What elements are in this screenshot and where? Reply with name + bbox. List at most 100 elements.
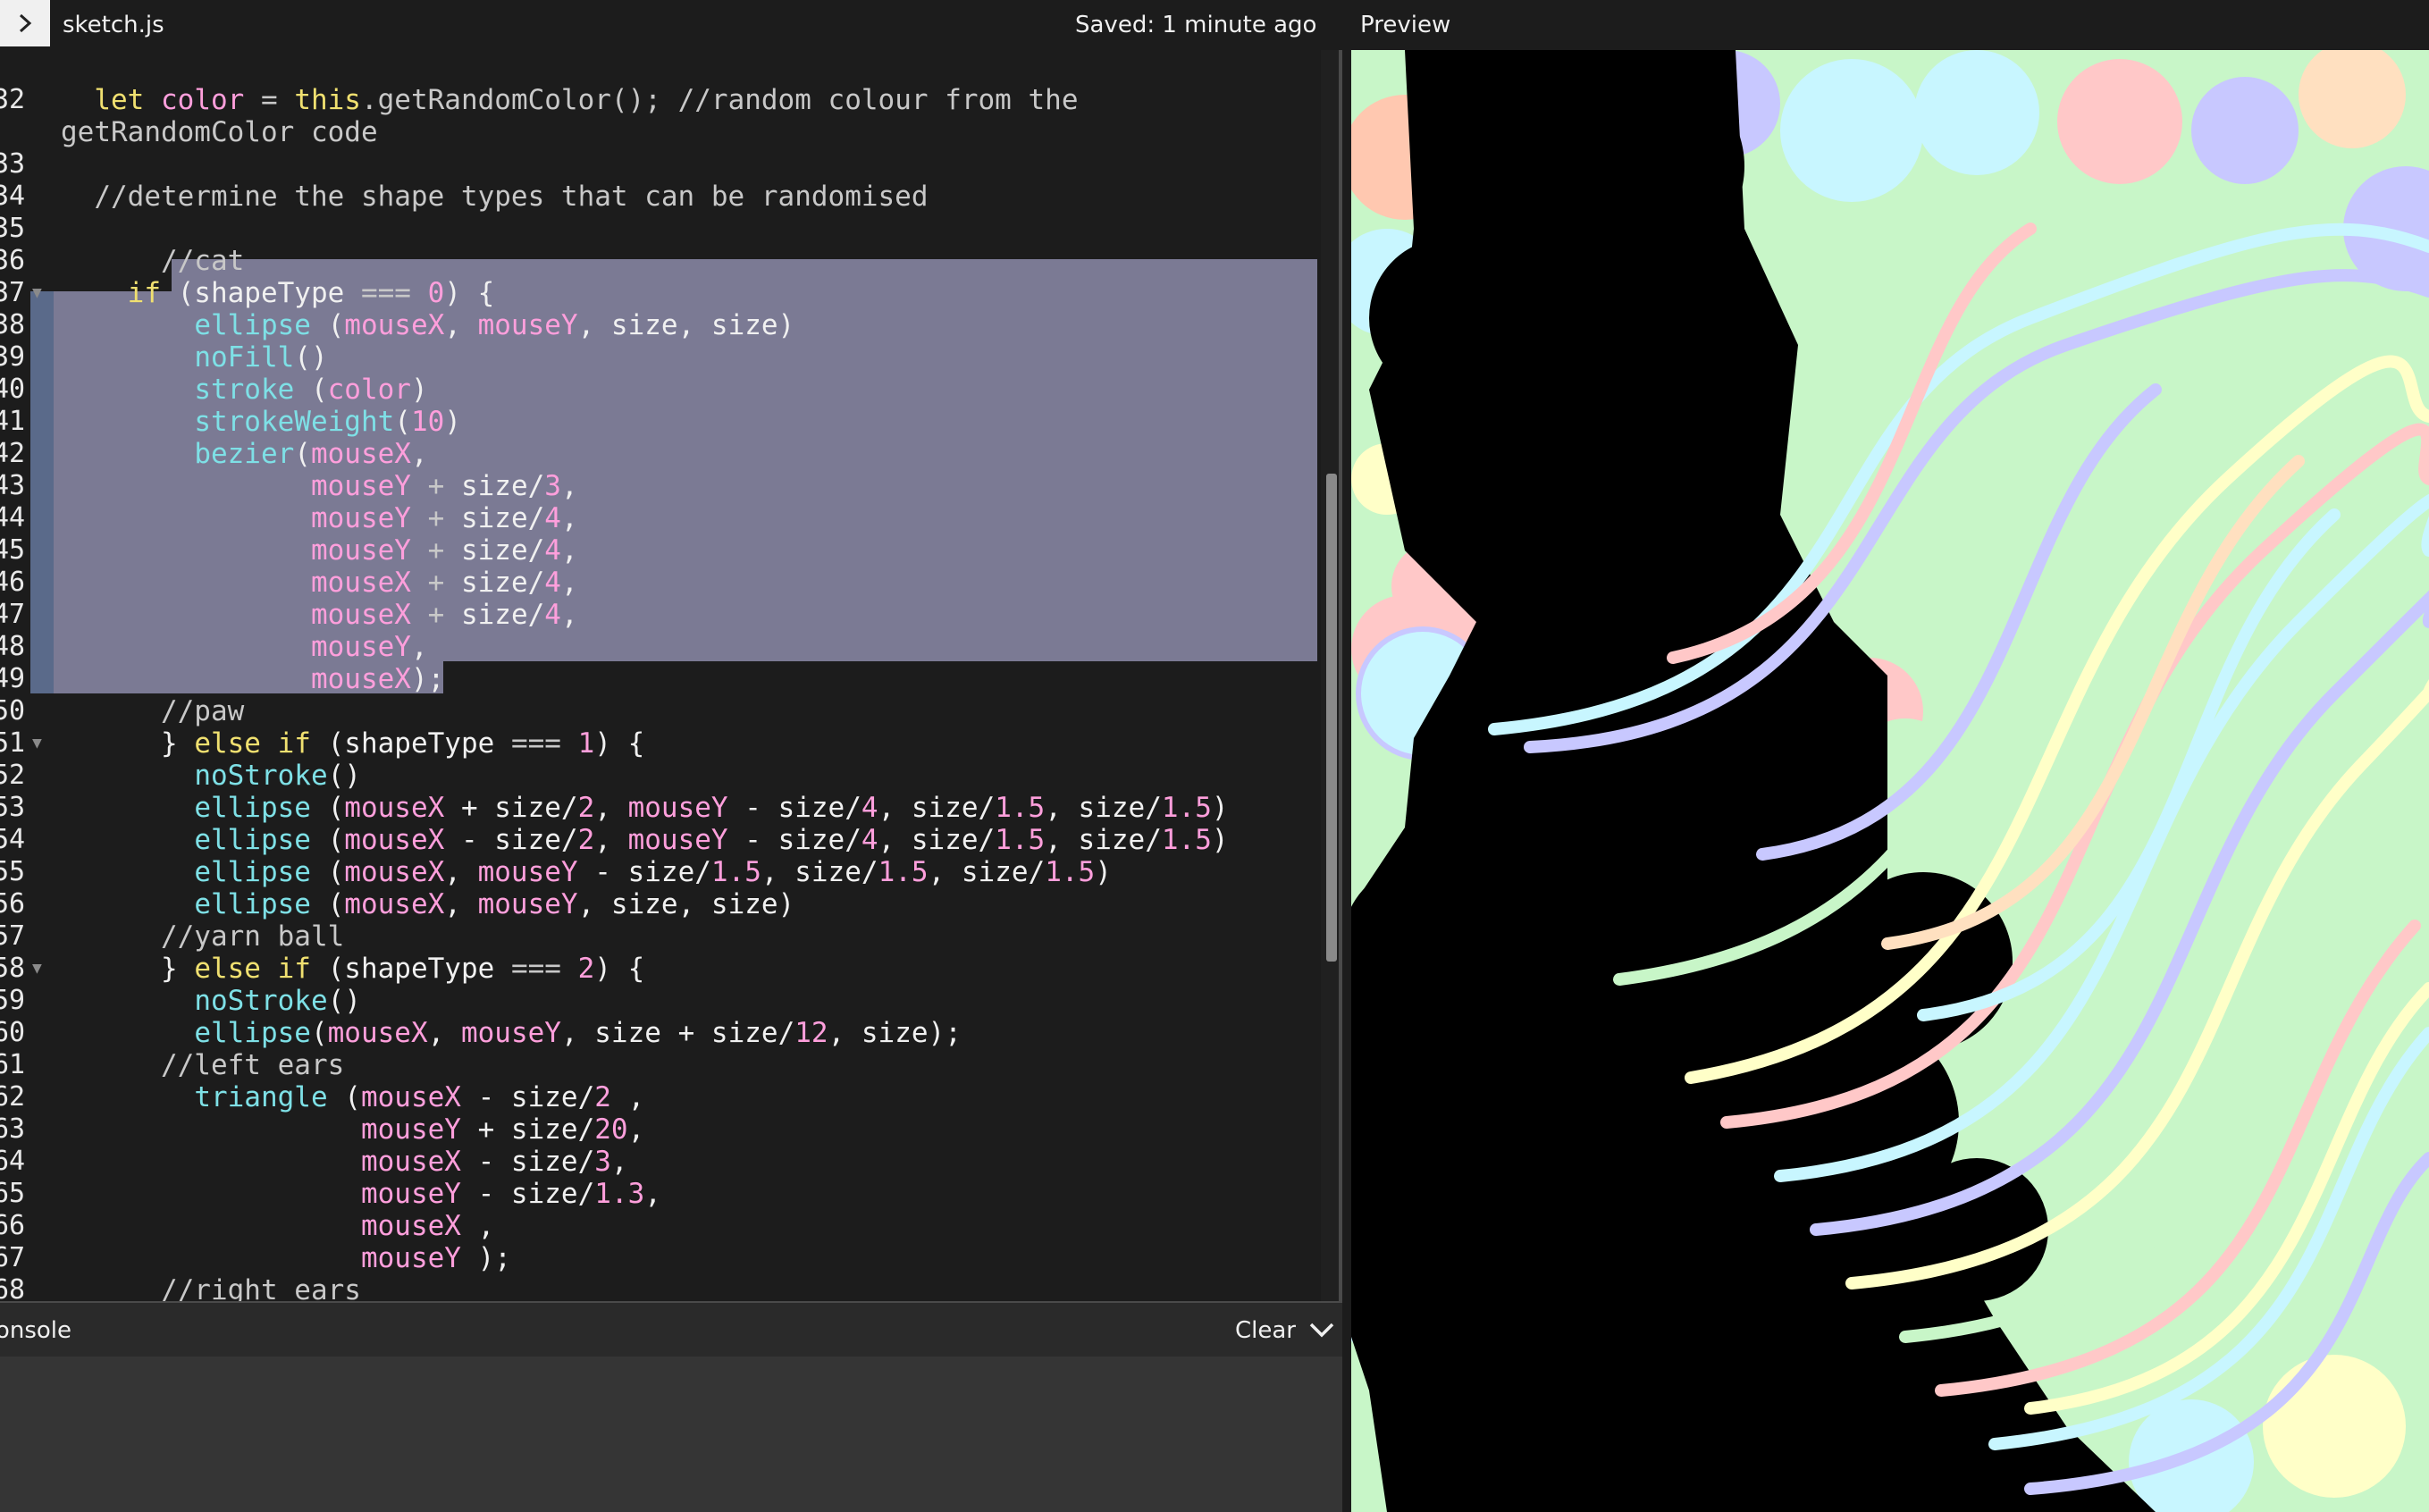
code-token: ellipse — [194, 856, 311, 888]
code-line[interactable]: 52 noStroke() — [0, 760, 1321, 792]
code-token: triangle — [194, 1081, 328, 1113]
console-header: Console Clear — [0, 1301, 1342, 1358]
code-line[interactable]: 37 ▼ if (shapeType === 0) { — [0, 277, 1321, 309]
sidebar-toggle-button[interactable] — [0, 0, 50, 46]
code-line[interactable]: 40 stroke (color) — [0, 374, 1321, 406]
code-line[interactable]: 43 mouseY + size/3, — [0, 470, 1321, 502]
chevron-down-icon[interactable] — [1308, 1319, 1335, 1342]
code-token: mouseY — [627, 824, 728, 856]
code-line[interactable]: 64 mouseX - size/3, — [0, 1146, 1321, 1178]
code-token: 12 — [794, 1017, 828, 1049]
console-clear-button[interactable]: Clear — [1235, 1303, 1296, 1358]
code-token: mouseY — [460, 1017, 561, 1049]
code-line[interactable]: 65 mouseY - size/1.3, — [0, 1178, 1321, 1210]
code-token: mouseY — [310, 534, 411, 567]
preview-canvas[interactable] — [1351, 50, 2429, 1512]
code-line[interactable]: 58 ▼ } else if (shapeType === 2) { — [0, 953, 1321, 985]
code-token: 1.5 — [710, 856, 761, 888]
code-line[interactable]: 46 mouseX + size/4, — [0, 567, 1321, 599]
code-token: 10 — [410, 406, 445, 438]
code-token: - size/ — [460, 1146, 595, 1178]
code-line[interactable]: 56 ellipse (mouseX, mouseY, size, size) — [0, 888, 1321, 920]
code-line[interactable]: 35 — [0, 213, 1321, 245]
line-number: 61 — [0, 1049, 26, 1080]
code-line[interactable]: 42 bezier(mouseX, — [0, 438, 1321, 470]
code-editor[interactable]: 32 let color = this.getRandomColor(); //… — [0, 50, 1342, 1301]
code-line[interactable]: 41 strokeWeight(10) — [0, 406, 1321, 438]
code-token: ( — [310, 792, 345, 824]
line-number: 66 — [0, 1210, 26, 1241]
fold-toggle-icon[interactable]: ▼ — [32, 953, 50, 985]
code-line[interactable]: 54 ellipse (mouseX - size/2, mouseY - si… — [0, 824, 1321, 856]
code-token: ) { — [594, 953, 645, 985]
code-token: ( — [310, 309, 345, 341]
pane-divider[interactable] — [1342, 50, 1351, 1512]
code-line[interactable]: 68 //right ears — [0, 1274, 1321, 1301]
code-token: size/ — [460, 502, 545, 534]
code-line[interactable]: 36 //cat — [0, 245, 1321, 277]
code-line[interactable]: 33 — [0, 148, 1321, 181]
code-token: , size + size/ — [560, 1017, 795, 1049]
code-line[interactable]: 49 mouseX); — [0, 663, 1321, 695]
code-line[interactable]: 32 let color = this.getRandomColor(); //… — [0, 84, 1321, 116]
code-token: , — [560, 567, 578, 599]
scrollbar-thumb[interactable] — [1326, 474, 1337, 962]
code-line[interactable]: 44 mouseY + size/4, — [0, 502, 1321, 534]
code-line[interactable]: 60 ellipse(mouseX, mouseY, size + size/1… — [0, 1017, 1321, 1049]
code-token: 4 — [544, 534, 561, 567]
line-number: 58 — [0, 953, 26, 984]
code-line[interactable]: 61 //left ears — [0, 1049, 1321, 1081]
fold-toggle-icon[interactable]: ▼ — [32, 727, 50, 760]
code-token: 1.5 — [995, 792, 1046, 824]
code-text: ellipse (mouseX - size/2, mouseY - size/… — [61, 824, 1228, 856]
line-number: 45 — [0, 534, 26, 566]
fold-toggle-icon[interactable]: ▼ — [32, 277, 50, 309]
code-token: stroke — [194, 374, 295, 406]
code-line[interactable]: 66 mouseX , — [0, 1210, 1321, 1242]
code-line[interactable]: 34 //determine the shape types that can … — [0, 181, 1321, 213]
code-line[interactable]: 48 mouseY, — [0, 631, 1321, 663]
code-token: ) — [444, 406, 461, 438]
line-number: 68 — [0, 1274, 26, 1301]
code-line[interactable]: 59 noStroke() — [0, 985, 1321, 1017]
code-lines[interactable]: 32 let color = this.getRandomColor(); //… — [0, 84, 1321, 1301]
console-title: Console — [0, 1317, 71, 1344]
code-token: mouseX — [344, 856, 445, 888]
code-line[interactable]: 45 mouseY + size/4, — [0, 534, 1321, 567]
code-token: () — [327, 985, 361, 1017]
code-line[interactable]: 50 //paw — [0, 695, 1321, 727]
code-line[interactable]: 67 mouseY ); — [0, 1242, 1321, 1274]
code-text: mouseY + size/3, — [61, 470, 578, 502]
code-text: mouseY + size/20, — [61, 1113, 644, 1146]
code-line[interactable]: 53 ellipse (mouseX + size/2, mouseY - si… — [0, 792, 1321, 824]
code-token: 1.5 — [1161, 792, 1212, 824]
sketch-output — [1351, 50, 2429, 1512]
code-line[interactable]: getRandomColor code — [0, 116, 1321, 148]
code-line[interactable]: 62 triangle (mouseX - size/2 , — [0, 1081, 1321, 1113]
code-token: } — [61, 953, 195, 985]
code-token: noStroke — [194, 760, 328, 792]
code-token: mouseX — [360, 1210, 461, 1242]
code-token: , — [610, 1146, 628, 1178]
code-line[interactable]: 55 ellipse (mouseX, mouseY - size/1.5, s… — [0, 856, 1321, 888]
code-token: , size, size) — [577, 888, 795, 920]
console-output[interactable] — [0, 1357, 1342, 1512]
file-tab-name[interactable]: sketch.js — [63, 0, 164, 50]
code-line[interactable]: 57 //yarn ball — [0, 920, 1321, 953]
code-token: ellipse — [194, 792, 311, 824]
code-token: mouseX — [310, 663, 411, 695]
code-line[interactable]: 39 noFill() — [0, 341, 1321, 374]
code-line[interactable]: 51 ▼ } else if (shapeType === 1) { — [0, 727, 1321, 760]
code-token: //left ears — [61, 1049, 345, 1081]
code-text: triangle (mouseX - size/2 , — [61, 1081, 644, 1113]
code-token: , — [444, 856, 478, 888]
top-bar: sketch.js Saved: 1 minute ago Preview — [0, 0, 2429, 50]
code-line[interactable]: 63 mouseY + size/20, — [0, 1113, 1321, 1146]
code-line[interactable]: 47 mouseX + size/4, — [0, 599, 1321, 631]
code-line[interactable]: 38 ellipse (mouseX, mouseY, size, size) — [0, 309, 1321, 341]
